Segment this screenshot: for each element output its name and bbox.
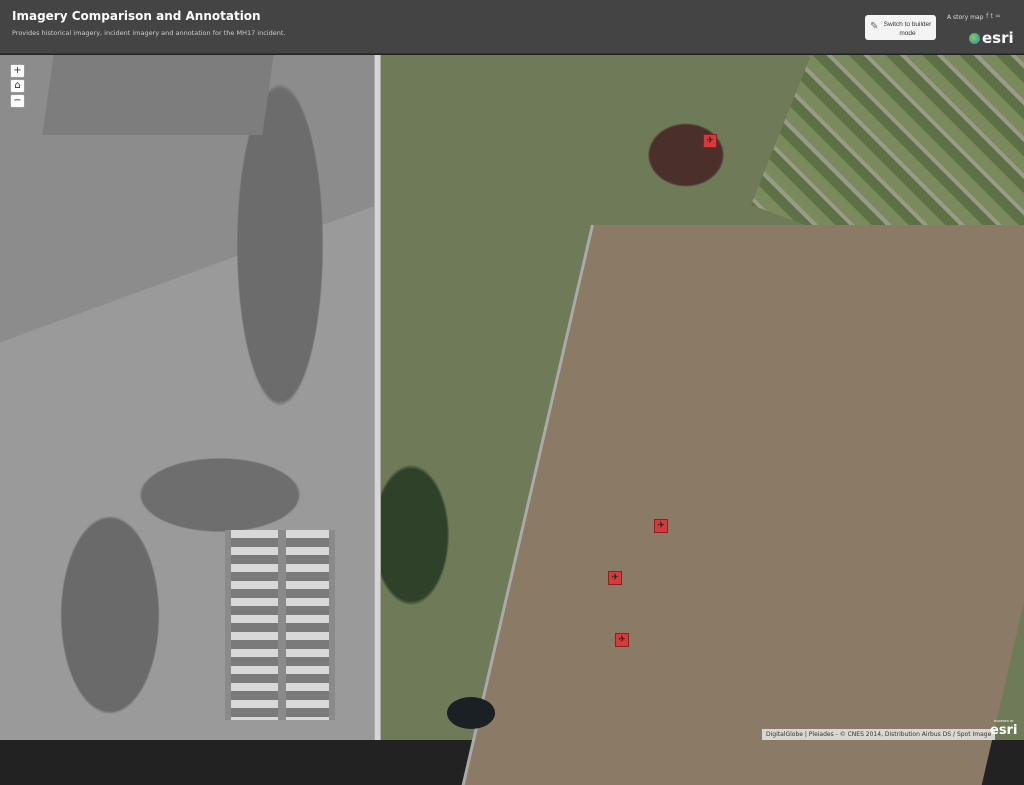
link-icon[interactable]: ∞ xyxy=(995,12,1003,20)
historical-imagery-map[interactable] xyxy=(0,55,374,740)
powered-logo-text: esri xyxy=(990,723,1018,738)
app-header: Imagery Comparison and Annotation Provid… xyxy=(0,0,1024,54)
zoom-controls: + ⌂ − xyxy=(10,64,25,109)
switch-to-builder-button[interactable]: ✎ Switch to builder mode xyxy=(865,15,936,40)
debris-marker[interactable]: ✈ xyxy=(615,633,629,647)
pencil-icon: ✎ xyxy=(870,21,879,32)
social-links: ft∞ xyxy=(986,12,1003,20)
field xyxy=(42,55,274,135)
crash-site-marker[interactable]: ✈ xyxy=(703,134,717,148)
debris-marker[interactable]: ✈ xyxy=(654,519,668,533)
incident-imagery-map[interactable]: ✈ ✈ ✈ ✈ xyxy=(381,55,1024,785)
home-button[interactable]: ⌂ xyxy=(10,79,25,93)
builder-button-label: Switch to builder mode xyxy=(883,21,932,37)
story-map-label: A story map xyxy=(947,14,984,21)
esri-logo[interactable]: esri xyxy=(969,29,1014,47)
debris-marker[interactable]: ✈ xyxy=(608,571,622,585)
globe-icon xyxy=(969,33,980,44)
buildings xyxy=(225,530,335,720)
field xyxy=(461,225,1024,785)
zoom-in-button[interactable]: + xyxy=(10,64,25,78)
powered-by-esri-logo[interactable]: POWERED BY esri xyxy=(990,719,1017,738)
page-title: Imagery Comparison and Annotation xyxy=(12,9,261,23)
zoom-out-button[interactable]: − xyxy=(10,94,25,108)
map-attribution: DigitalGlobe | Pleiades - © CNES 2014, D… xyxy=(762,729,996,740)
esri-logo-text: esri xyxy=(982,29,1014,47)
page-subtitle: Provides historical imagery, incident im… xyxy=(12,29,286,37)
pond xyxy=(447,697,495,729)
swipe-divider[interactable] xyxy=(374,55,381,740)
